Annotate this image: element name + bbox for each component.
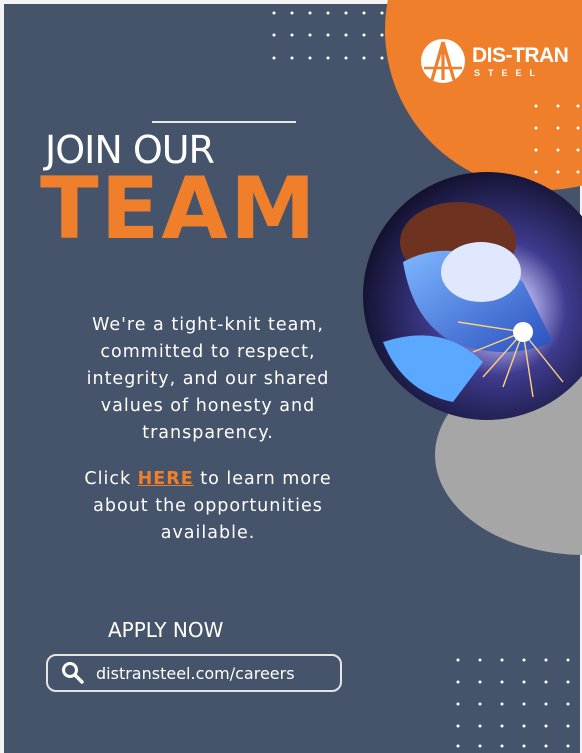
frame-left-edge: [0, 0, 4, 753]
headline-line2: TEAM: [40, 159, 318, 259]
intro-text: We're a tight-knit team, committed to re…: [86, 315, 330, 443]
careers-url[interactable]: distransteel.com/careers: [96, 664, 295, 683]
careers-poster: DIS-TRAN STEEL JOIN OUR TEAM We're a tig…: [0, 0, 582, 753]
brand-logo: DIS-TRAN STEEL: [420, 38, 570, 88]
dot-grid-right: [534, 104, 580, 174]
welder-image: [363, 172, 582, 420]
cta-paragraph: Click HERE to learn more about the oppor…: [58, 466, 358, 547]
apply-now-heading: APPLY NOW: [108, 618, 224, 642]
headline-divider: [152, 121, 296, 123]
welder-photo: [363, 172, 582, 420]
here-link[interactable]: HERE: [138, 469, 194, 489]
careers-url-field[interactable]: distransteel.com/careers: [46, 654, 342, 692]
dot-grid-top: [272, 11, 384, 60]
search-icon: [62, 662, 84, 684]
brand-subname: STEEL: [474, 68, 544, 78]
dot-grid-bottom: [456, 658, 570, 748]
brand-name: DIS-TRAN: [472, 44, 569, 67]
tower-icon: [421, 39, 465, 83]
intro-paragraph: We're a tight-knit team, committed to re…: [58, 312, 358, 447]
cta-prefix: Click: [84, 469, 138, 489]
